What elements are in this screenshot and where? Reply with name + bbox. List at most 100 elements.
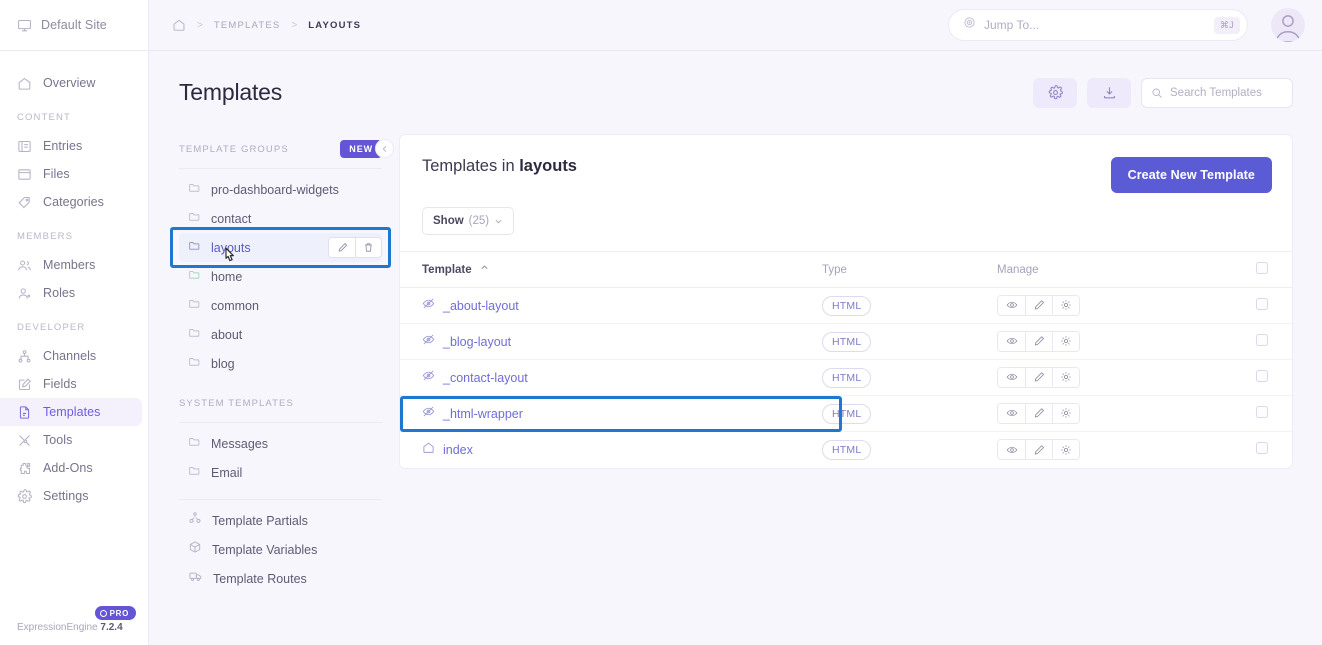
system-template-email[interactable]: Email <box>179 458 382 487</box>
gear-icon <box>1060 444 1072 456</box>
template-link[interactable]: _blog-layout <box>443 335 511 349</box>
template-settings-button[interactable] <box>1052 332 1079 351</box>
sidebar-item-files[interactable]: Files <box>0 160 142 188</box>
edit-group-button[interactable] <box>329 238 355 257</box>
sidebar-item-label: Overview <box>43 76 96 90</box>
template-settings-button[interactable] <box>1052 296 1079 315</box>
cell-template-name: _about-layout <box>400 288 822 324</box>
template-group-common[interactable]: common <box>179 291 382 320</box>
pro-badge[interactable]: PRO <box>95 606 136 620</box>
column-header-type: Type <box>822 252 997 288</box>
template-link[interactable]: _about-layout <box>443 299 519 313</box>
template-link[interactable]: _contact-layout <box>443 371 528 385</box>
eye-icon <box>1006 299 1018 311</box>
edit-template-button[interactable] <box>1025 368 1052 387</box>
template-group-home[interactable]: home <box>179 262 382 291</box>
sidebar-item-addons[interactable]: Add-Ons <box>0 454 142 482</box>
export-templates-button[interactable] <box>1087 78 1131 108</box>
cell-template-type: HTML <box>822 324 997 360</box>
edit-template-button[interactable] <box>1025 296 1052 315</box>
template-group-pro-dashboard-widgets[interactable]: pro-dashboard-widgets <box>179 175 382 204</box>
template-group-blog[interactable]: blog <box>179 349 382 378</box>
collapse-sidebar-button[interactable] <box>375 139 394 158</box>
row-checkbox[interactable] <box>1256 370 1268 382</box>
sidebar-item-tools[interactable]: Tools <box>0 426 142 454</box>
row-checkbox[interactable] <box>1256 442 1268 454</box>
template-settings-button[interactable] <box>1052 440 1079 459</box>
template-settings-button[interactable] <box>1033 78 1077 108</box>
template-group-contact[interactable]: contact <box>179 204 382 233</box>
template-group-label: contact <box>211 212 251 226</box>
template-group-label: layouts <box>211 241 251 255</box>
pencil-icon <box>1033 299 1045 311</box>
template-settings-button[interactable] <box>1052 404 1079 423</box>
template-link[interactable]: _html-wrapper <box>443 407 523 421</box>
sidebar-item-entries[interactable]: Entries <box>0 132 142 160</box>
sidebar-nav: Overview CONTENT Entries Files <box>0 51 148 622</box>
sidebar-item-settings[interactable]: Settings <box>0 482 142 510</box>
sidebar-item-roles[interactable]: Roles <box>0 279 142 307</box>
table-row: _about-layout HTML <box>400 288 1292 324</box>
sidebar-item-label: Categories <box>43 195 104 209</box>
entries-icon <box>17 139 32 154</box>
sidebar-item-label: Fields <box>43 377 77 391</box>
create-new-template-button[interactable]: Create New Template <box>1111 157 1272 193</box>
cell-template-type: HTML <box>822 288 997 324</box>
view-template-button[interactable] <box>998 440 1025 459</box>
breadcrumb-item-layouts[interactable]: LAYOUTS <box>308 20 361 31</box>
view-template-button[interactable] <box>998 368 1025 387</box>
cell-row-select <box>1182 360 1292 396</box>
chevron-down-icon <box>494 217 503 226</box>
sidebar-item-overview[interactable]: Overview <box>0 69 142 97</box>
home-icon <box>422 441 435 459</box>
template-group-label: common <box>211 299 259 313</box>
search-templates-input[interactable]: Search Templates <box>1141 78 1293 108</box>
avatar[interactable] <box>1271 8 1305 42</box>
column-header-template[interactable]: Template <box>400 252 822 288</box>
template-settings-button[interactable] <box>1052 368 1079 387</box>
link-template-routes[interactable]: Template Routes <box>179 564 382 593</box>
show-label: Show <box>433 215 464 227</box>
info-icon <box>100 610 107 617</box>
templates-panel-title: Templates in layouts <box>422 157 577 176</box>
folder-icon <box>188 355 201 373</box>
edit-template-button[interactable] <box>1025 440 1052 459</box>
site-selector[interactable]: Default Site <box>0 0 148 51</box>
select-all-checkbox[interactable] <box>1256 262 1268 274</box>
sidebar-item-members[interactable]: Members <box>0 251 142 279</box>
panel-title-group: layouts <box>519 157 577 175</box>
templates-table-body: _about-layout HTML <box>400 288 1292 468</box>
sidebar-item-categories[interactable]: Categories <box>0 188 142 216</box>
row-actions <box>997 367 1080 388</box>
row-actions <box>997 295 1080 316</box>
view-template-button[interactable] <box>998 404 1025 423</box>
sidebar-item-channels[interactable]: Channels <box>0 342 142 370</box>
edit-template-button[interactable] <box>1025 332 1052 351</box>
breadcrumb-item-templates[interactable]: TEMPLATES <box>214 20 281 31</box>
row-checkbox[interactable] <box>1256 406 1268 418</box>
sidebar-item-label: Tools <box>43 433 72 447</box>
hidden-template-icon <box>422 333 435 351</box>
home-icon[interactable] <box>171 18 186 33</box>
show-count-dropdown[interactable]: Show (25) <box>422 207 514 235</box>
row-checkbox[interactable] <box>1256 334 1268 346</box>
pencil-icon <box>1033 335 1045 347</box>
sidebar-item-fields[interactable]: Fields <box>0 370 142 398</box>
sidebar-item-templates[interactable]: Templates <box>0 398 142 426</box>
gear-icon <box>1060 335 1072 347</box>
view-template-button[interactable] <box>998 296 1025 315</box>
template-link[interactable]: index <box>443 443 473 457</box>
system-template-messages[interactable]: Messages <box>179 429 382 458</box>
row-checkbox[interactable] <box>1256 298 1268 310</box>
hidden-template-icon <box>422 405 435 423</box>
template-group-about[interactable]: about <box>179 320 382 349</box>
column-header-select-all <box>1182 252 1292 288</box>
view-template-button[interactable] <box>998 332 1025 351</box>
link-template-variables[interactable]: Template Variables <box>179 535 382 564</box>
delete-group-button[interactable] <box>355 238 381 257</box>
jump-to-input[interactable]: Jump To... ⌘J <box>948 9 1248 41</box>
template-group-layouts[interactable]: layouts <box>179 233 382 262</box>
folder-icon <box>188 181 201 199</box>
edit-template-button[interactable] <box>1025 404 1052 423</box>
link-template-partials[interactable]: Template Partials <box>179 506 382 535</box>
